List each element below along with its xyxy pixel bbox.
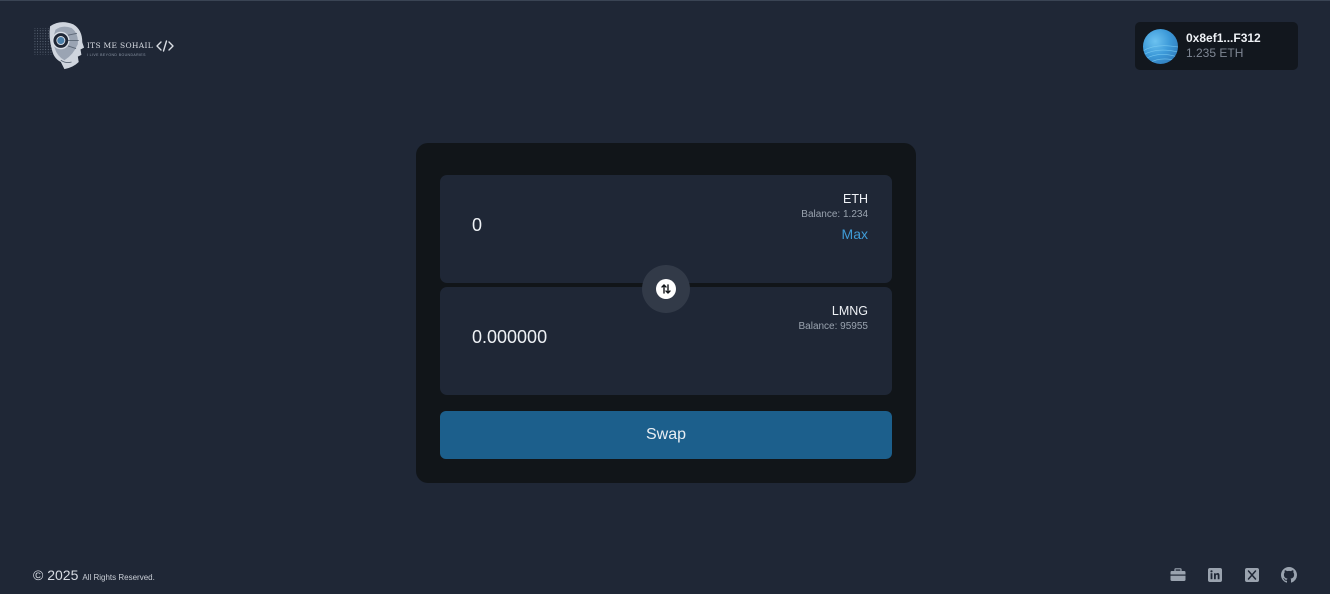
wallet-address: 0x8ef1...F312 bbox=[1186, 31, 1261, 45]
copyright: © 2025 All Rights Reserved. bbox=[33, 567, 155, 583]
github-icon[interactable] bbox=[1281, 567, 1297, 583]
x-icon[interactable] bbox=[1244, 567, 1260, 583]
app-frame: ITS ME SOHAIL I LIVE BEYOND BOUNDARIES 0… bbox=[0, 0, 1330, 594]
from-token-symbol: ETH bbox=[843, 192, 868, 206]
swap-button[interactable]: Swap bbox=[440, 411, 892, 459]
wallet-balance: 1.235 ETH bbox=[1186, 46, 1244, 60]
social-links bbox=[1170, 567, 1297, 583]
from-amount-input[interactable] bbox=[472, 215, 712, 236]
code-icon bbox=[156, 39, 174, 52]
to-amount-input[interactable] bbox=[472, 327, 712, 348]
logo-subtext: I LIVE BEYOND BOUNDARIES bbox=[86, 52, 146, 57]
site-logo[interactable]: ITS ME SOHAIL I LIVE BEYOND BOUNDARIES bbox=[34, 15, 174, 75]
briefcase-icon[interactable] bbox=[1170, 567, 1186, 583]
to-token-balance: Balance: 95955 bbox=[798, 321, 868, 332]
from-token-meta: ETH Balance: 1.234 Max bbox=[801, 191, 868, 244]
copyright-year: © 2025 bbox=[33, 567, 79, 583]
robot-head-logo-icon bbox=[34, 22, 85, 70]
to-token-symbol: LMNG bbox=[831, 304, 868, 318]
linkedin-icon[interactable] bbox=[1207, 567, 1223, 583]
wallet-avatar-icon bbox=[1143, 28, 1178, 64]
swap-card: ETH Balance: 1.234 Max LMNG Balance: 959… bbox=[416, 143, 916, 483]
from-token-balance: Balance: 1.234 bbox=[801, 209, 868, 220]
to-token-meta: LMNG Balance: 95955 bbox=[798, 303, 868, 333]
max-button[interactable]: Max bbox=[842, 226, 868, 242]
logo-text: ITS ME SOHAIL bbox=[86, 41, 153, 50]
switch-tokens-button[interactable] bbox=[642, 265, 690, 313]
copyright-rights: All Rights Reserved. bbox=[82, 573, 155, 582]
swap-arrows-icon bbox=[656, 279, 676, 299]
wallet-button[interactable]: 0x8ef1...F312 1.235 ETH bbox=[1135, 22, 1298, 70]
